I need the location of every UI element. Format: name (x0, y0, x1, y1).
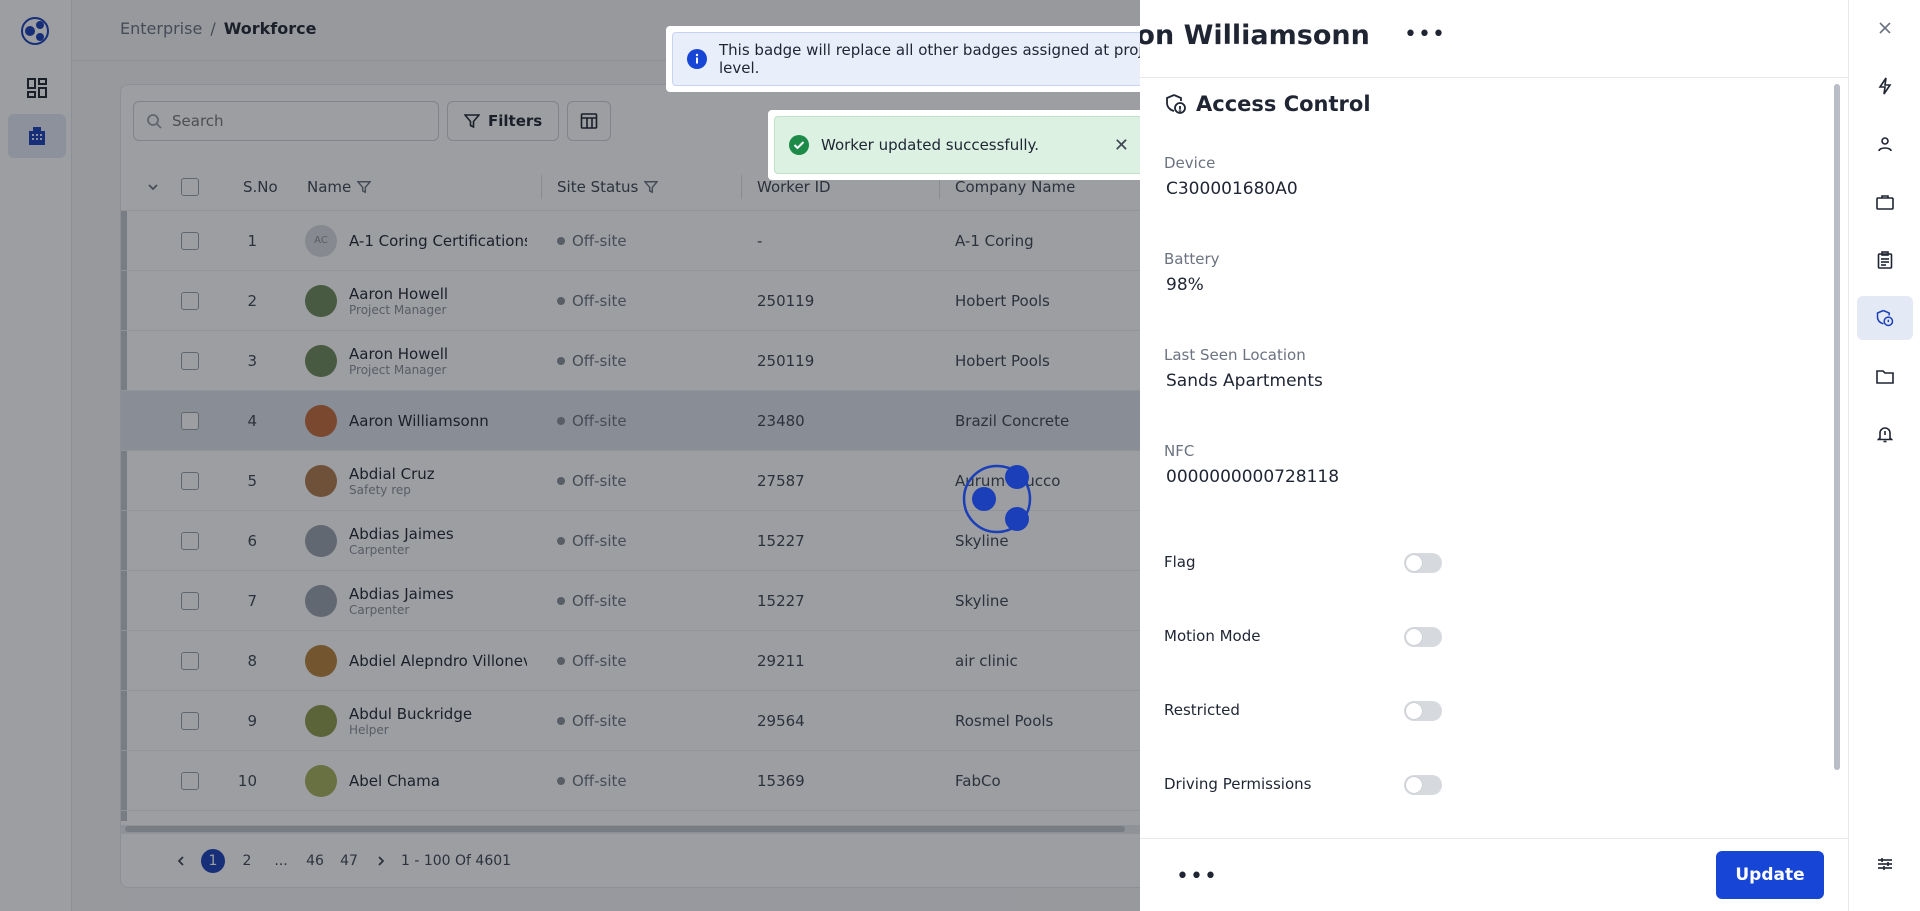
nfc-label: NFC (1164, 442, 1195, 460)
worker-detail-drawer: Aaron Williamsonn ••• Access Control Dev… (1140, 0, 1848, 911)
tab-profile[interactable] (1857, 122, 1913, 166)
drawer-title: Aaron Williamsonn (1140, 20, 1370, 51)
driving-permissions-label: Driving Permissions (1164, 775, 1312, 793)
battery-value: 98% (1166, 275, 1204, 295)
battery-label: Battery (1164, 250, 1220, 268)
restricted-toggle[interactable] (1404, 701, 1442, 721)
more-actions-icon[interactable]: ••• (1176, 864, 1218, 889)
tab-documents[interactable] (1857, 238, 1913, 282)
success-toast: Worker updated successfully. ✕ (768, 110, 1150, 180)
close-icon[interactable]: ✕ (1114, 135, 1129, 156)
clipboard-icon (1877, 251, 1893, 269)
device-value: C300001680A0 (1166, 179, 1298, 199)
device-label: Device (1164, 154, 1216, 172)
user-icon (1878, 137, 1892, 152)
close-icon (1879, 22, 1891, 34)
driving-permissions-toggle[interactable] (1404, 775, 1442, 795)
last-seen-location-label: Last Seen Location (1164, 346, 1306, 364)
section-title: Access Control (1196, 92, 1371, 116)
close-drawer-button[interactable] (1857, 6, 1913, 50)
alert-bell-icon (1877, 427, 1893, 443)
section-header: Access Control (1164, 92, 1371, 116)
scrollbar-thumb[interactable] (1834, 84, 1840, 770)
tab-access-control[interactable] (1857, 296, 1913, 340)
drawer-scrollbar[interactable] (1834, 84, 1840, 770)
success-toast-message: Worker updated successfully. (821, 136, 1040, 154)
access-control-icon (1876, 309, 1894, 327)
access-control-icon (1166, 94, 1186, 114)
more-options-icon[interactable]: ••• (1404, 22, 1446, 47)
flag-label: Flag (1164, 553, 1196, 571)
briefcase-icon (1876, 195, 1894, 210)
drawer-footer-divider (1140, 838, 1848, 839)
loading-spinner-icon (962, 464, 1032, 534)
tab-alerts[interactable] (1857, 412, 1913, 456)
nfc-value: 0000000000728118 (1166, 467, 1340, 487)
lightning-icon (1878, 77, 1892, 95)
settings-sliders-button[interactable] (1857, 842, 1913, 886)
motion-mode-toggle[interactable] (1404, 627, 1442, 647)
tab-activity[interactable] (1857, 64, 1913, 108)
check-circle-icon (789, 135, 809, 155)
drawer-title-wrap: Aaron Williamsonn (1140, 20, 1540, 60)
drawer-header-divider (1140, 77, 1848, 78)
restricted-label: Restricted (1164, 701, 1240, 719)
tab-files[interactable] (1857, 354, 1913, 398)
detail-tab-rail (1848, 0, 1920, 911)
tab-employment[interactable] (1857, 180, 1913, 224)
motion-mode-label: Motion Mode (1164, 627, 1261, 645)
info-toast-message: This badge will replace all other badges… (719, 41, 1166, 77)
update-button[interactable]: Update (1716, 851, 1824, 899)
flag-toggle[interactable] (1404, 553, 1442, 573)
folder-icon (1876, 370, 1894, 384)
sliders-icon (1878, 858, 1892, 870)
last-seen-location-value: Sands Apartments (1166, 371, 1323, 391)
info-icon (687, 49, 707, 69)
